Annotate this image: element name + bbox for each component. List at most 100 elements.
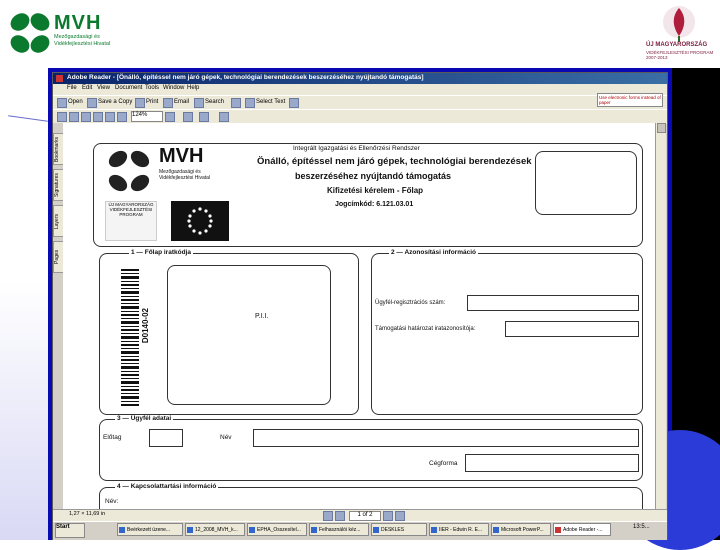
next-page-icon[interactable]: [383, 511, 393, 521]
section-4-label: 4 — Kapcsolattartási információ: [115, 483, 219, 490]
task-button[interactable]: Microsoft PowerP...: [491, 523, 551, 536]
first-page-nav-icon[interactable]: [323, 511, 333, 521]
menu-help[interactable]: Help: [187, 85, 199, 91]
barcode-box: [535, 151, 637, 215]
form-code: Jogcímkód: 6.121.03.01: [335, 201, 414, 208]
scrollbar-thumb[interactable]: [657, 123, 666, 133]
decision-id-field[interactable]: [505, 321, 639, 337]
search-button[interactable]: Search: [205, 99, 224, 105]
task-label: Felhasználói kéz...: [319, 527, 361, 533]
company-form-field[interactable]: [465, 454, 639, 472]
task-app-icon: [493, 527, 499, 533]
find-icon[interactable]: [219, 112, 229, 122]
select-text-button[interactable]: Select Text: [256, 99, 285, 105]
email-icon[interactable]: [163, 98, 173, 108]
menu-view[interactable]: View: [97, 85, 110, 91]
task-button[interactable]: EPHA_Osszesítel...: [247, 523, 307, 536]
menu-file[interactable]: File: [67, 85, 77, 91]
task-label: Microsoft PowerP...: [501, 527, 544, 533]
first-page-icon[interactable]: [57, 112, 67, 122]
section-2-label: 2 — Azonosítási információ: [389, 249, 478, 256]
eu-seal-logo: ÚJ MAGYARORSZÁG VIDÉKFEJLESZTÉSI PROGRAM: [105, 201, 157, 241]
fit-width-icon[interactable]: [81, 112, 91, 122]
task-button[interactable]: DESKLES: [371, 523, 427, 536]
form-title-line2: beszerzéséhez nyújtandó támogatás: [295, 171, 452, 181]
open-icon[interactable]: [57, 98, 67, 108]
eu-logo-title: ÚJ MAGYARORSZÁG: [646, 42, 708, 48]
task-button-active[interactable]: Adobe Reader -...: [553, 523, 611, 536]
header-logo-subtitle: Mezőgazdasági és Vidékfejlesztési Hivata…: [54, 34, 111, 47]
adobe-reader-window: Adobe Reader - [Önálló, építéssel nem já…: [52, 72, 668, 540]
title-bar: Adobe Reader - [Önálló, építéssel nem já…: [53, 73, 667, 84]
zoom-tool-icon[interactable]: [289, 98, 299, 108]
save-copy-button[interactable]: Save a Copy: [98, 99, 132, 105]
fit-page-icon[interactable]: [69, 112, 79, 122]
client-reg-label: Ügyfél-regisztrációs szám:: [375, 300, 446, 306]
task-app-icon: [373, 527, 379, 533]
search-icon[interactable]: [194, 98, 204, 108]
task-label: IIER - Edwin R. E...: [439, 527, 483, 533]
task-label: Beérkezett üzene...: [127, 527, 171, 533]
task-button[interactable]: IIER - Edwin R. E...: [429, 523, 489, 536]
menu-window[interactable]: Window: [163, 85, 184, 91]
task-app-icon: [311, 527, 317, 533]
window-title: Adobe Reader - [Önálló, építéssel nem já…: [67, 74, 424, 81]
menu-edit[interactable]: Edit: [82, 85, 92, 91]
task-app-icon: [119, 527, 125, 533]
adobe-app-icon: [56, 75, 63, 82]
vertical-scrollbar[interactable]: [655, 123, 666, 509]
help-promo-box[interactable]: Use electronic forms instead of paper: [597, 93, 663, 107]
zoom-minus-icon[interactable]: [117, 112, 127, 122]
email-button[interactable]: Email: [174, 99, 189, 105]
task-label: DESKLES: [381, 527, 405, 533]
prefix-label: Előtag: [103, 434, 122, 441]
last-page-icon[interactable]: [395, 511, 405, 521]
menu-tools[interactable]: Tools: [145, 85, 159, 91]
save-icon[interactable]: [87, 98, 97, 108]
task-app-icon: [555, 527, 561, 533]
open-button[interactable]: Open: [68, 99, 83, 105]
name-label: Név: [220, 434, 232, 441]
zoom-out-icon[interactable]: [93, 112, 103, 122]
task-button[interactable]: 12_2008_MVH_k...: [185, 523, 245, 536]
page-dimensions: 1,27 × 11,69 in: [69, 511, 106, 517]
pu-label: P.I.I.: [255, 313, 269, 320]
rotate-icon[interactable]: [183, 112, 193, 122]
print-icon[interactable]: [135, 98, 145, 108]
system-name: Integrált Igazgatási és Ellenőrzési Rend…: [293, 145, 420, 152]
section-3-label: 3 — Ügyfél adatai: [115, 415, 174, 422]
task-button[interactable]: Beérkezett üzene...: [117, 523, 183, 536]
barcode-label: D0140-02: [141, 308, 150, 344]
select-tool-icon[interactable]: [245, 98, 255, 108]
menu-document[interactable]: Document: [115, 85, 142, 91]
task-app-icon: [431, 527, 437, 533]
slide-left-strip: [0, 68, 48, 540]
form-mvh-logo-icon: [108, 150, 150, 192]
document-page: MVH Mezőgazdasági és Vidékfejlesztési Hi…: [63, 123, 655, 519]
form-logo-text: MVH: [159, 145, 204, 167]
print-button[interactable]: Print: [146, 99, 158, 105]
form-logo-subtitle: Mezőgazdasági és Vidékfejlesztési Hivata…: [159, 169, 211, 181]
form-title-line1: Önálló, építéssel nem járó gépek, techno…: [257, 156, 532, 167]
task-button[interactable]: Felhasználói kéz...: [309, 523, 369, 536]
actual-size-icon[interactable]: [105, 112, 115, 122]
pu-box: [167, 265, 331, 405]
rotate-right-icon[interactable]: [199, 112, 209, 122]
company-form-label: Cégforma: [429, 460, 458, 467]
name-field[interactable]: [253, 429, 639, 447]
prefix-field[interactable]: [149, 429, 183, 447]
form-title-line3: Kifizetési kérelem - Főlap: [327, 186, 424, 195]
barcode-icon: [121, 269, 139, 406]
page-number-field[interactable]: 1 of 2: [349, 511, 381, 521]
start-button[interactable]: Start: [55, 523, 85, 538]
eu-logo-subtitle: VIDÉKFEJLESZTÉSI PROGRAM 2007-2013: [646, 50, 714, 60]
zoom-plus-icon[interactable]: [165, 112, 175, 122]
task-label: EPHA_Osszesítel...: [257, 527, 301, 533]
task-app-icon: [249, 527, 255, 533]
hand-tool-icon[interactable]: [231, 98, 241, 108]
task-label: 12_2008_MVH_k...: [195, 527, 238, 533]
zoom-level-field[interactable]: 124%: [131, 111, 163, 122]
client-reg-field[interactable]: [467, 295, 639, 311]
header-logo-text: MVH: [54, 12, 102, 34]
prev-page-icon[interactable]: [335, 511, 345, 521]
